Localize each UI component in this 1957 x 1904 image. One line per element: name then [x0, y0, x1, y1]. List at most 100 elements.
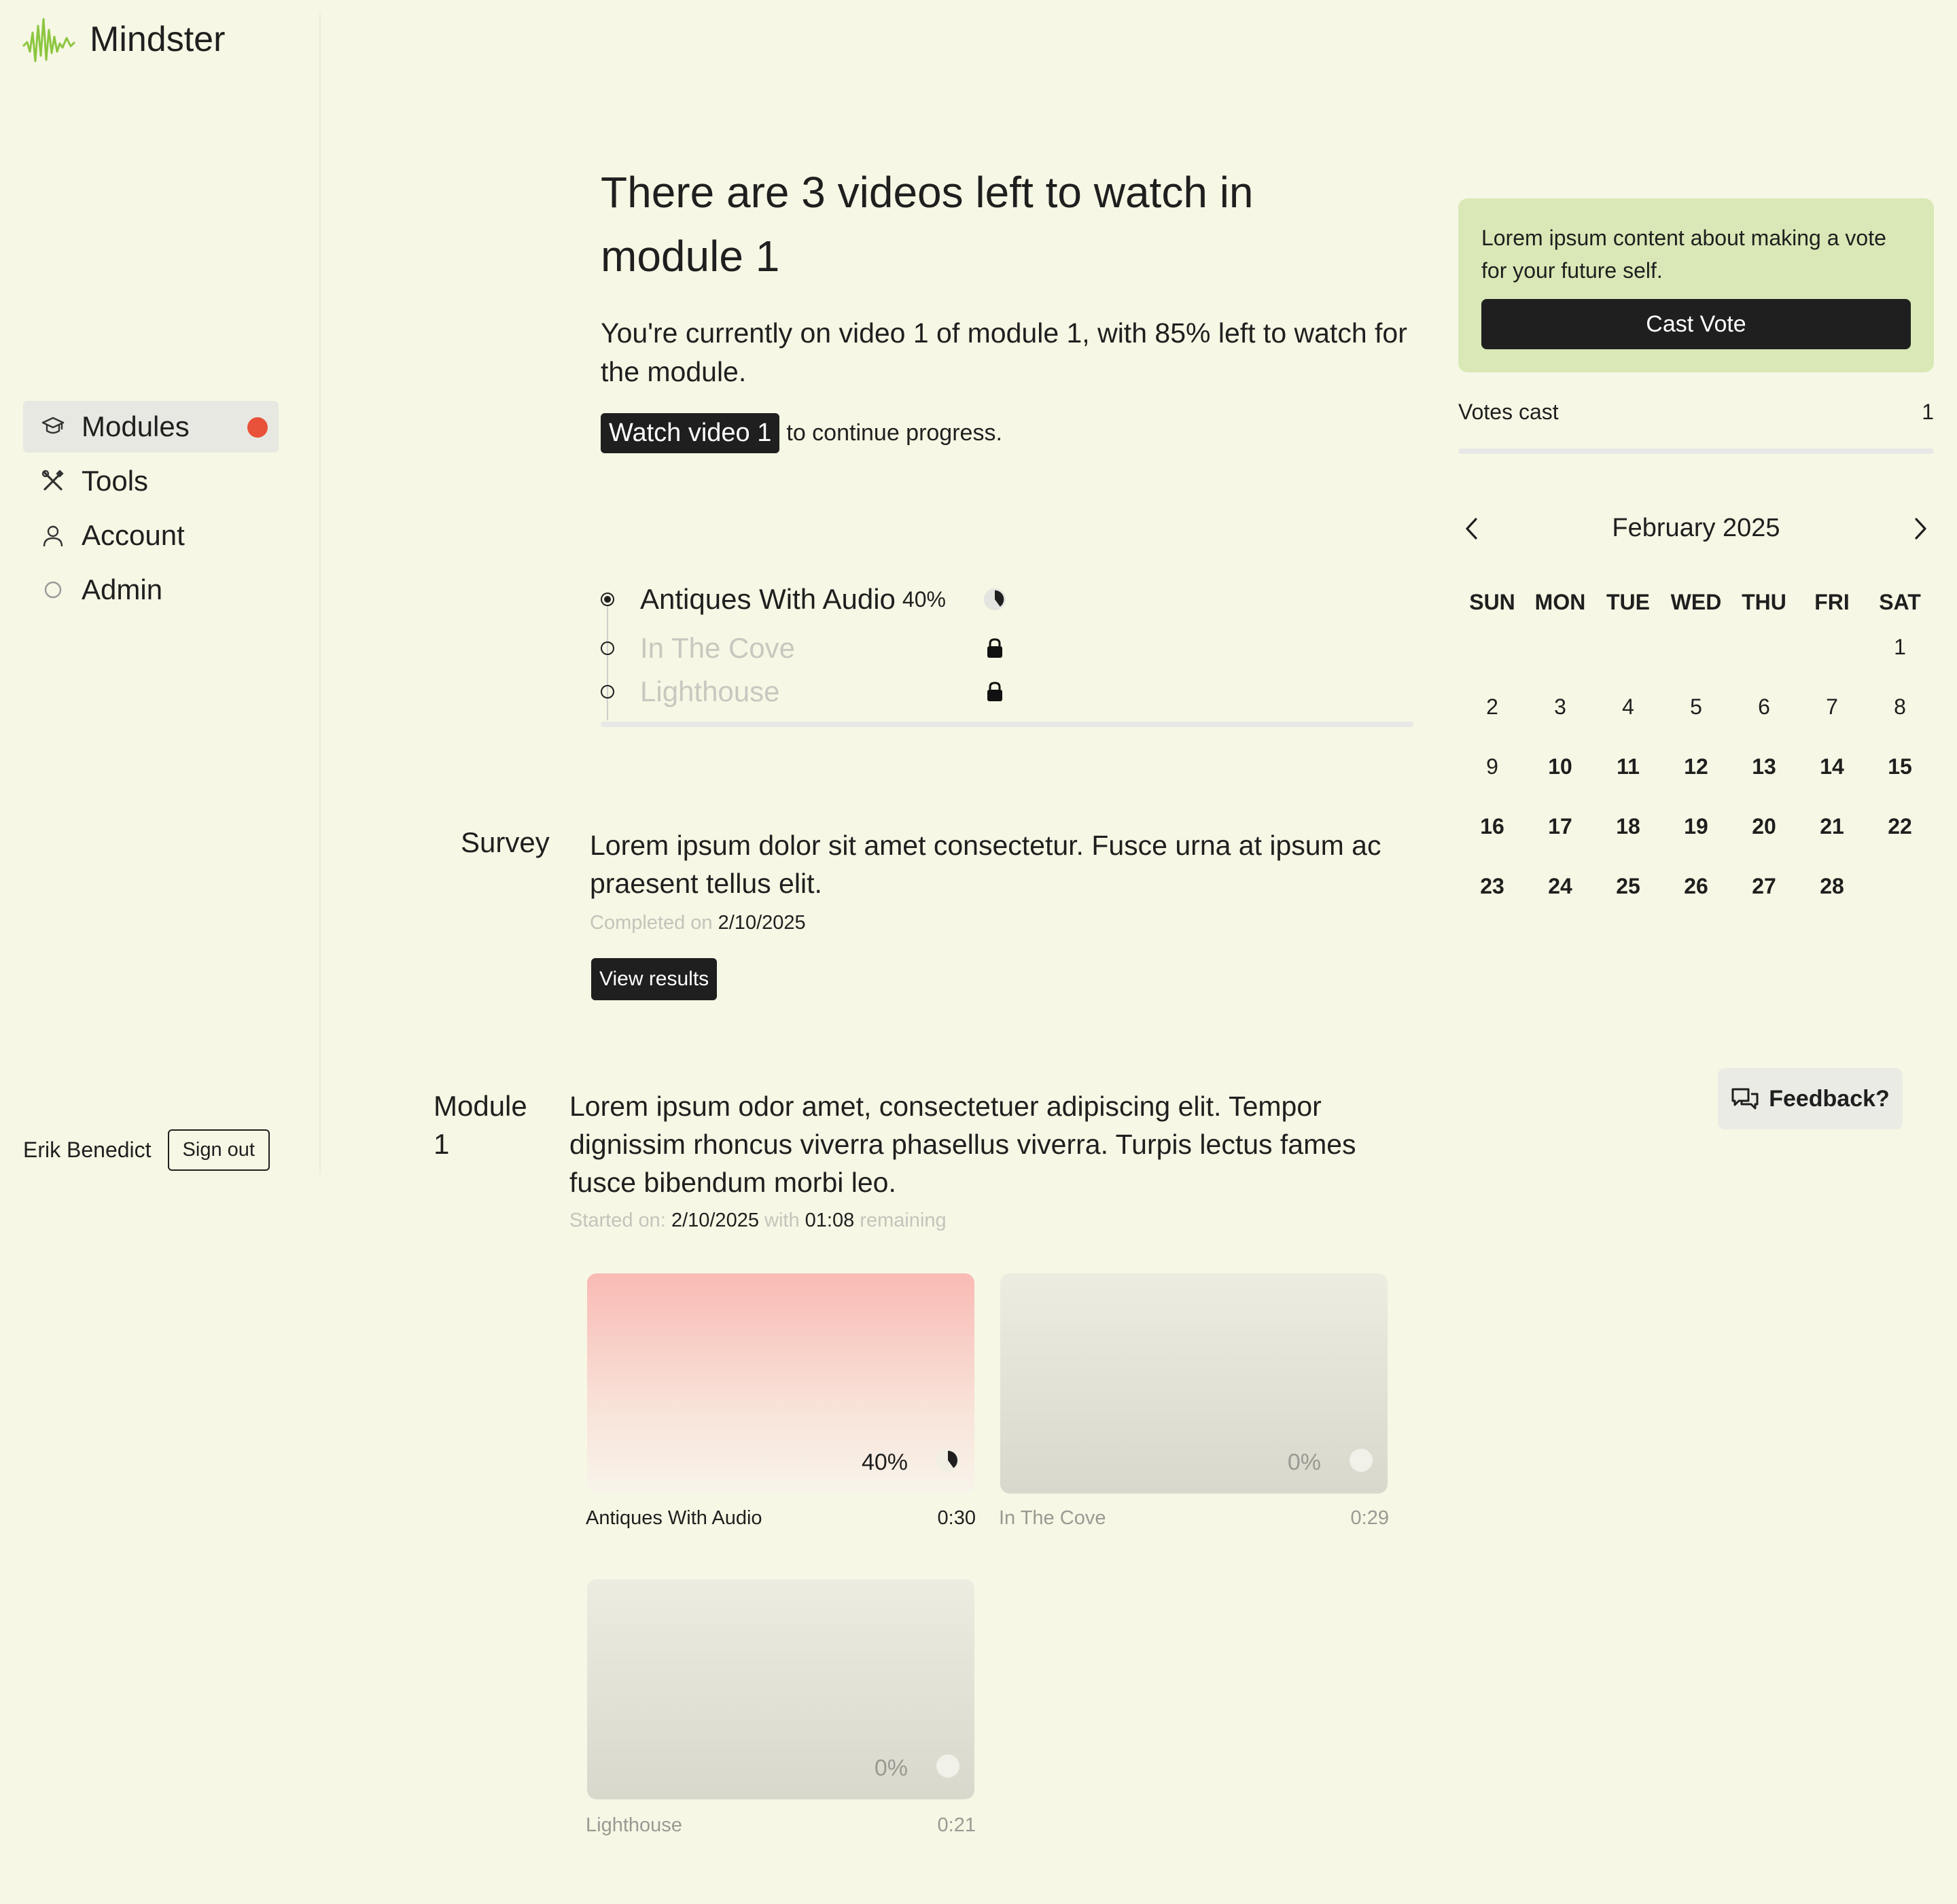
user-icon — [39, 522, 67, 549]
with-word: with — [764, 1210, 800, 1231]
calendar-day[interactable]: 7 — [1798, 694, 1866, 720]
vote-panel: Lorem ipsum content about making a vote … — [1458, 198, 1934, 372]
watch-video-button[interactable]: Watch video 1 — [601, 413, 780, 453]
sidebar-divider — [319, 14, 321, 1174]
calendar-day[interactable]: 19 — [1662, 814, 1730, 839]
card-duration: 0:21 — [937, 1814, 976, 1836]
progress-pie-icon — [936, 1449, 959, 1472]
votes-cast-row: Votes cast 1 — [1458, 400, 1934, 425]
circle-icon — [39, 576, 67, 603]
video-list-item[interactable]: Lighthouse — [601, 670, 1413, 713]
calendar-day[interactable]: 12 — [1662, 754, 1730, 779]
view-results-button[interactable]: View results — [591, 958, 718, 1000]
calendar-day[interactable]: 8 — [1866, 694, 1934, 720]
calendar-weekday: MON — [1534, 589, 1586, 614]
sign-out-button[interactable]: Sign out — [167, 1129, 270, 1171]
calendar-day[interactable]: 15 — [1866, 754, 1934, 779]
sidebar-item-account[interactable]: Account — [23, 510, 279, 561]
chevron-left-icon[interactable] — [1458, 515, 1485, 542]
card-duration: 0:29 — [1350, 1507, 1389, 1529]
feedback-button[interactable]: Feedback? — [1718, 1068, 1903, 1129]
calendar-header: February 2025 — [1458, 514, 1934, 543]
calendar-day[interactable]: 27 — [1730, 874, 1798, 899]
started-prefix: Started on: — [569, 1210, 666, 1231]
calendar-weekday-row: SUN MON TUE WED THU FRI SAT — [1458, 587, 1934, 617]
sidebar-item-label: Modules — [82, 410, 190, 442]
video-list-item[interactable]: In The Cove — [601, 627, 1413, 670]
calendar-day[interactable]: 16 — [1458, 814, 1526, 839]
calendar-day[interactable]: 23 — [1458, 874, 1526, 899]
calendar-weekday: THU — [1742, 589, 1786, 614]
waveform-logo-icon — [22, 18, 76, 63]
calendar-day[interactable]: 28 — [1798, 874, 1866, 899]
sidebar-item-label: Admin — [82, 574, 163, 605]
votes-cast-label: Votes cast — [1458, 400, 1559, 424]
calendar-week: 2345678 — [1458, 677, 1934, 737]
chevron-right-icon[interactable] — [1907, 515, 1934, 542]
module-label: Module 1 — [434, 1090, 527, 1160]
calendar-day[interactable]: 14 — [1798, 754, 1866, 779]
module-started: Started on: 2/10/2025 with 01:08 remaini… — [569, 1210, 947, 1232]
progress-pie-icon — [983, 587, 1007, 612]
calendar-day[interactable]: 3 — [1526, 694, 1594, 720]
card-title: Lighthouse — [586, 1814, 682, 1836]
calendar-day[interactable]: 10 — [1526, 754, 1594, 779]
sidebar-nav: Modules Tools Account Admin — [23, 401, 279, 618]
card-caption: In The Cove 0:29 — [999, 1507, 1389, 1530]
calendar-day[interactable]: 22 — [1866, 814, 1934, 839]
calendar-day[interactable]: 25 — [1594, 874, 1662, 899]
app-name: Mindster — [90, 20, 226, 59]
card-title: In The Cove — [999, 1507, 1106, 1529]
calendar-weekday: SUN — [1469, 589, 1515, 614]
feedback-label: Feedback? — [1769, 1085, 1890, 1112]
calendar-day[interactable]: 6 — [1730, 694, 1798, 720]
notification-dot — [247, 417, 268, 438]
app-logo[interactable]: Mindster — [22, 12, 225, 67]
video-card-antiques[interactable]: 40% — [587, 1273, 974, 1494]
calendar-weekday: SAT — [1879, 589, 1921, 614]
calendar-day[interactable]: 5 — [1662, 694, 1730, 720]
video-list-progress-track — [601, 722, 1413, 727]
calendar-week: 9 10 11 12 13 14 15 — [1458, 737, 1934, 796]
calendar-day[interactable]: 24 — [1526, 874, 1594, 899]
calendar-day[interactable]: 9 — [1458, 754, 1526, 779]
calendar-day[interactable]: 11 — [1594, 754, 1662, 779]
calendar-day[interactable]: 1 — [1866, 635, 1934, 660]
lock-icon — [983, 636, 1007, 660]
calendar-day[interactable]: 21 — [1798, 814, 1866, 839]
progress-pie-icon — [936, 1755, 959, 1778]
cta-row: Watch video 1 to continue progress. — [601, 413, 1002, 453]
hero-subtitle: You're currently on video 1 of module 1,… — [601, 317, 1407, 387]
video-card-lighthouse[interactable]: 0% — [587, 1579, 974, 1799]
cast-vote-button[interactable]: Cast Vote — [1481, 299, 1911, 349]
video-percent: 40% — [902, 586, 946, 612]
sidebar-item-modules[interactable]: Modules — [23, 401, 279, 453]
card-caption: Antiques With Audio 0:30 — [586, 1507, 976, 1530]
card-title: Antiques With Audio — [586, 1507, 762, 1529]
survey-text: Lorem ipsum dolor sit amet consectetur. … — [590, 830, 1381, 899]
votes-cast-count: 1 — [1922, 400, 1934, 424]
calendar-weekday: WED — [1670, 589, 1722, 614]
calendar-day[interactable]: 20 — [1730, 814, 1798, 839]
radio-icon — [601, 641, 614, 655]
video-card-cove[interactable]: 0% — [1000, 1273, 1388, 1494]
sidebar-item-admin[interactable]: Admin — [23, 564, 279, 616]
sidebar-item-tools[interactable]: Tools — [23, 455, 279, 507]
video-name: In The Cove — [640, 632, 796, 664]
video-list: Antiques With Audio 40% In The Cove Ligh… — [601, 578, 1413, 720]
card-percent: 0% — [874, 1755, 908, 1781]
vote-text: Lorem ipsum content about making a vote … — [1481, 226, 1886, 283]
calendar-day[interactable]: 2 — [1458, 694, 1526, 720]
calendar-day[interactable]: 26 — [1662, 874, 1730, 899]
calendar-day[interactable]: 18 — [1594, 814, 1662, 839]
calendar-day[interactable]: 17 — [1526, 814, 1594, 839]
radio-icon — [601, 685, 614, 699]
calendar-day[interactable]: 13 — [1730, 754, 1798, 779]
page-title: There are 3 videos left to watch in modu… — [601, 168, 1254, 281]
video-name: Lighthouse — [640, 675, 780, 707]
votes-divider — [1458, 448, 1934, 454]
sidebar-item-label: Tools — [82, 465, 149, 497]
sidebar-item-label: Account — [82, 519, 185, 551]
calendar-day[interactable]: 4 — [1594, 694, 1662, 720]
video-list-item[interactable]: Antiques With Audio 40% — [601, 578, 1413, 621]
